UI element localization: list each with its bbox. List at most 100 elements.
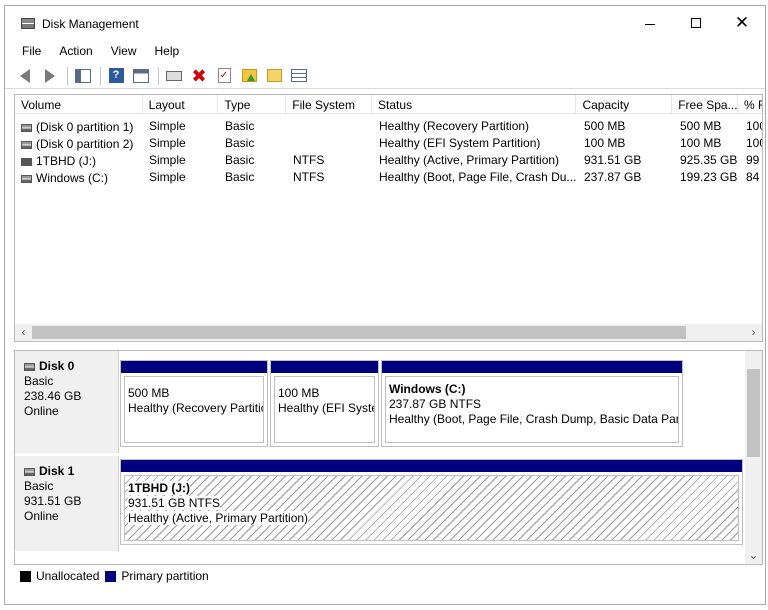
- primary-partition-bar: [121, 361, 267, 373]
- menu-action[interactable]: Action: [50, 42, 101, 60]
- partition-body-selected: 1TBHD (J:) 931.51 GB NTFS Healthy (Activ…: [124, 475, 739, 541]
- partition-1tbhd-j[interactable]: 1TBHD (J:) 931.51 GB NTFS Healthy (Activ…: [120, 459, 743, 545]
- horizontal-scrollbar[interactable]: ‹ ›: [15, 324, 762, 341]
- layout-cell: Simple: [149, 119, 186, 133]
- volume-cell: (Disk 0 partition 1): [15, 118, 143, 135]
- volume-name: Windows (C:): [36, 171, 109, 185]
- volume-icon: [21, 124, 32, 132]
- partition-windows-c[interactable]: Windows (C:) 237.87 GB NTFS Healthy (Boo…: [381, 360, 683, 447]
- column-header-file-system[interactable]: File System: [286, 95, 373, 114]
- disk-size: 931.51 GB: [24, 494, 82, 508]
- close-icon: ✕: [734, 12, 750, 33]
- volume-cell: Windows (C:): [15, 169, 143, 186]
- find-button[interactable]: [264, 66, 284, 86]
- column-header-type[interactable]: Type: [218, 95, 287, 114]
- capacity-cell: 237.87 GB: [584, 170, 642, 184]
- layout-cell: Simple: [149, 153, 186, 167]
- legend-item-unallocated: Unallocated: [20, 569, 99, 583]
- table-row[interactable]: (Disk 0 partition 1) Simple Basic Health…: [15, 118, 762, 135]
- scroll-left-icon[interactable]: ‹: [15, 324, 32, 341]
- scrollbar-thumb[interactable]: [747, 369, 760, 457]
- menu-file[interactable]: File: [13, 42, 50, 60]
- partition-size: 100 MB: [278, 386, 320, 400]
- show-hide-console-tree-button[interactable]: [73, 66, 93, 86]
- status-cell: Healthy (Recovery Partition): [379, 119, 530, 133]
- free-space-cell: 500 MB: [680, 119, 722, 133]
- capacity-cell: 931.51 GB: [584, 153, 642, 167]
- maximize-button[interactable]: [673, 6, 719, 40]
- properties-icon: [291, 69, 307, 82]
- legend-swatch-unallocated: [20, 570, 31, 582]
- disk-management-window: Disk Management ✕ File Action View Help …: [4, 5, 766, 605]
- vertical-scrollbar[interactable]: ⌄: [745, 351, 762, 564]
- forward-button[interactable]: [40, 66, 60, 86]
- console-button[interactable]: [131, 66, 151, 86]
- check-button[interactable]: ✓: [214, 66, 234, 86]
- connect-drive-button[interactable]: [164, 66, 184, 86]
- column-header-status[interactable]: Status: [372, 95, 577, 114]
- disk-label: Disk 0: [24, 359, 118, 374]
- volume-name: (Disk 0 partition 1): [36, 120, 134, 134]
- type-cell: Basic: [225, 119, 255, 133]
- free-space-cell: 199.23 GB: [680, 170, 738, 184]
- toolbar-separator: [158, 66, 159, 85]
- file-system-cell: [287, 135, 373, 152]
- capacity-cell: 100 MB: [584, 136, 626, 150]
- legend: Unallocated Primary partition: [14, 566, 763, 586]
- legend-label: Unallocated: [36, 569, 100, 583]
- column-header-percent-free[interactable]: % F: [738, 95, 762, 114]
- scrollbar-thumb[interactable]: [32, 326, 686, 339]
- close-button[interactable]: ✕: [719, 6, 765, 40]
- free-space-cell: 100 MB: [680, 136, 722, 150]
- back-button[interactable]: [15, 66, 35, 86]
- new-folder-button[interactable]: [239, 66, 259, 86]
- scroll-right-icon[interactable]: ›: [745, 324, 762, 341]
- new-folder-icon: [241, 69, 257, 82]
- volume-name: (Disk 0 partition 2): [36, 137, 134, 151]
- layout-cell: Simple: [149, 170, 186, 184]
- partition-status: Healthy (Active, Primary Partition): [128, 511, 309, 525]
- partition-efi[interactable]: 100 MB Healthy (EFI System Partition): [270, 360, 379, 447]
- disk-type: Basic: [24, 374, 54, 388]
- partition-recovery[interactable]: 500 MB Healthy (Recovery Partition): [120, 360, 268, 447]
- partition-title: 1TBHD (J:): [128, 481, 190, 495]
- primary-partition-bar: [382, 361, 682, 373]
- table-row[interactable]: (Disk 0 partition 2) Simple Basic Health…: [15, 135, 762, 152]
- table-row[interactable]: Windows (C:) Simple Basic NTFS Healthy (…: [15, 169, 762, 186]
- partition-size: 237.87 GB NTFS: [389, 397, 482, 411]
- connect-drive-icon: [166, 70, 182, 81]
- menu-bar: File Action View Help: [5, 40, 765, 62]
- volume-icon: [21, 175, 32, 183]
- disk-1-info[interactable]: Disk 1 Basic 931.51 GB Online: [15, 456, 119, 551]
- partition-body: 100 MB Healthy (EFI System Partition): [274, 376, 375, 443]
- disk-name: Disk 0: [39, 359, 75, 373]
- column-header-layout[interactable]: Layout: [143, 95, 219, 114]
- column-header-capacity[interactable]: Capacity: [576, 95, 673, 114]
- percent-free-cell: 99: [746, 153, 760, 167]
- back-arrow-icon: [20, 68, 30, 83]
- column-header-free-space[interactable]: Free Spa...: [672, 95, 739, 114]
- volume-icon: [21, 141, 32, 149]
- type-cell: Basic: [225, 136, 255, 150]
- minimize-button[interactable]: [627, 6, 673, 40]
- volume-cell: (Disk 0 partition 2): [15, 135, 143, 152]
- disk-graphical-view: Disk 0 Basic 238.46 GB Online 500 MB Hea…: [14, 350, 763, 565]
- menu-help[interactable]: Help: [146, 42, 189, 60]
- partition-body: 500 MB Healthy (Recovery Partition): [124, 376, 264, 443]
- primary-partition-bar: [121, 460, 742, 472]
- menu-view[interactable]: View: [102, 42, 146, 60]
- column-header-volume[interactable]: Volume: [15, 95, 143, 114]
- delete-button[interactable]: ✖: [189, 66, 209, 86]
- table-row[interactable]: 1TBHD (J:) Simple Basic NTFS Healthy (Ac…: [15, 152, 762, 169]
- partition-status: Healthy (Boot, Page File, Crash Dump, Ba…: [389, 412, 679, 426]
- disk-0-info[interactable]: Disk 0 Basic 238.46 GB Online: [15, 351, 119, 453]
- partition-body: Windows (C:) 237.87 GB NTFS Healthy (Boo…: [385, 376, 679, 443]
- scroll-down-icon[interactable]: ⌄: [745, 547, 762, 564]
- properties-button[interactable]: [289, 66, 309, 86]
- partition-size: 931.51 GB NTFS: [128, 496, 221, 510]
- drive-icon: [21, 158, 32, 166]
- maximize-icon: [691, 18, 701, 28]
- show-hide-console-tree-icon: [75, 68, 91, 83]
- help-button[interactable]: ?: [106, 66, 126, 86]
- title-bar[interactable]: Disk Management ✕: [5, 6, 765, 40]
